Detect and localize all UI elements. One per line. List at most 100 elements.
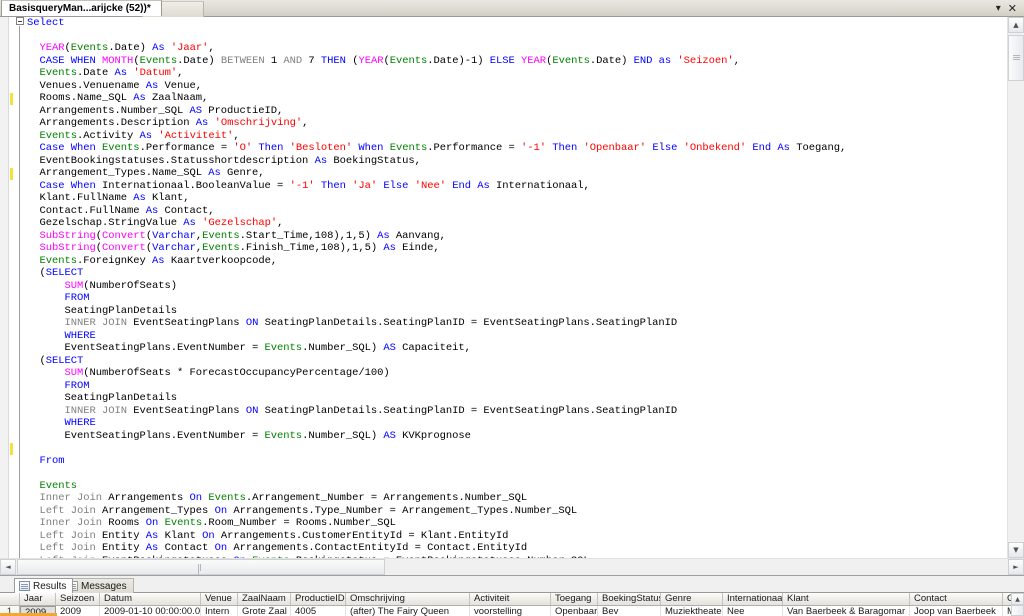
grid-column-header[interactable]: Jaar bbox=[20, 593, 56, 605]
collapse-region-toggle[interactable] bbox=[16, 17, 24, 25]
code-token: Contact, bbox=[158, 204, 215, 217]
grid-cell[interactable]: Openbaar bbox=[551, 606, 598, 616]
code-token: THEN bbox=[320, 54, 346, 67]
code-line: EventSeatingPlans.EventNumber = Events.N… bbox=[27, 342, 1002, 355]
grid-column-header[interactable]: Omschrijving bbox=[346, 593, 470, 605]
scroll-down-button[interactable]: ▼ bbox=[1008, 542, 1024, 558]
grid-column-header[interactable]: Activiteit bbox=[470, 593, 551, 605]
code-token: , bbox=[177, 67, 184, 79]
code-token: SUM bbox=[64, 367, 84, 379]
grid-cell[interactable]: Joop van Baerbeek bbox=[910, 606, 1003, 616]
code-token: 'Besloten' bbox=[289, 142, 353, 154]
document-tab-basisquery[interactable]: BasisqueryMan...arijcke (52))* bbox=[1, 0, 162, 16]
results-tab-results[interactable]: Results bbox=[14, 578, 74, 593]
grid-cell[interactable]: (after) The Fairy Queen bbox=[346, 606, 470, 616]
grid-column-header[interactable]: Klant bbox=[783, 593, 910, 605]
grid-cell[interactable]: Bev bbox=[598, 606, 661, 616]
code-token: EventSeatingPlans.EventNumber = bbox=[27, 429, 265, 442]
code-token: As bbox=[114, 67, 128, 79]
code-token: .Room_Number = Rooms.Number_SQL bbox=[202, 517, 396, 529]
grid-cell[interactable]: Nee bbox=[723, 606, 783, 616]
scroll-left-button[interactable]: ◄ bbox=[0, 559, 16, 575]
sql-query-editor: Select YEAR(Events.Date) As 'Jaar', CASE… bbox=[0, 17, 1024, 578]
grid-column-header[interactable]: Contact bbox=[910, 593, 1003, 605]
grid-column-header[interactable]: BoekingStatus bbox=[598, 593, 661, 605]
code-token: .ForeignKey bbox=[77, 254, 153, 267]
code-token: SubString bbox=[39, 242, 96, 254]
grid-cell[interactable]: 4005 bbox=[291, 606, 346, 616]
grid-column-header[interactable]: ZaalNaam bbox=[238, 593, 291, 605]
code-token: Inner Join bbox=[39, 492, 103, 504]
code-token: BoekingStatus, bbox=[327, 154, 421, 167]
grid-cell[interactable]: voorstelling bbox=[470, 606, 551, 616]
editor-hscroll-thumb[interactable] bbox=[17, 559, 385, 578]
code-token: As bbox=[145, 79, 159, 92]
code-token: Klant bbox=[158, 529, 203, 542]
grid-cell[interactable]: Van Baerbeek & Baragomar bbox=[783, 606, 910, 616]
grid-column-header[interactable]: Internationaal bbox=[723, 593, 783, 605]
code-token: ZaalNaam, bbox=[145, 92, 209, 104]
code-token: Internationaal.BooleanValue = bbox=[95, 179, 290, 192]
results-tab-label: Messages bbox=[81, 580, 127, 592]
scroll-up-button[interactable]: ▲ bbox=[1008, 17, 1024, 33]
code-token: SELECT bbox=[45, 354, 84, 367]
code-token: Events bbox=[39, 129, 78, 142]
code-token: '-1' bbox=[520, 142, 546, 154]
grid-cell[interactable]: Grote Zaal bbox=[238, 606, 291, 616]
editor-horizontal-scrollbar[interactable]: ◄ ► bbox=[0, 558, 1024, 578]
code-token: INNER JOIN bbox=[64, 317, 128, 329]
code-line: WHERE bbox=[27, 330, 1002, 343]
grid-column-header[interactable]: Venue bbox=[201, 593, 238, 605]
editor-vscroll-thumb[interactable] bbox=[1008, 35, 1024, 81]
grid-corner-header[interactable] bbox=[0, 593, 20, 605]
code-token: Arrangements.Description bbox=[27, 117, 196, 129]
code-token: On bbox=[189, 492, 203, 504]
code-token: Events bbox=[389, 142, 428, 154]
code-line: FROM bbox=[27, 292, 1002, 305]
close-icon[interactable]: ✕ bbox=[1008, 3, 1017, 14]
grid-column-header[interactable]: ProductieID bbox=[291, 593, 346, 605]
grid-cell[interactable]: Intern bbox=[201, 606, 238, 616]
code-token: Einde, bbox=[395, 242, 440, 254]
grid-column-header[interactable]: Datum bbox=[100, 593, 201, 605]
code-line: Case When Events.Performance = 'O' Then … bbox=[27, 142, 1002, 155]
results-tab-label: Results bbox=[33, 580, 67, 592]
grid-vscroll-thumb[interactable] bbox=[1011, 605, 1024, 616]
grid-column-header[interactable]: Seizoen bbox=[56, 593, 100, 605]
code-token: SeatingPlanDetails.SeatingPlanID = Event… bbox=[258, 317, 678, 329]
scroll-right-button[interactable]: ► bbox=[1008, 559, 1024, 575]
code-token: MONTH bbox=[102, 54, 134, 67]
code-token: On bbox=[202, 529, 215, 542]
grid-scroll-up-button[interactable]: ▲ bbox=[1011, 593, 1024, 605]
grid-vertical-scrollbar[interactable]: ▲ bbox=[1011, 593, 1024, 616]
grid-column-header[interactable]: Genre bbox=[661, 593, 723, 605]
code-token: Venue, bbox=[158, 79, 203, 92]
results-grid[interactable]: Jaar Seizoen Datum Venue ZaalNaam ProductieID… bbox=[0, 592, 1024, 616]
code-token: Then bbox=[258, 142, 284, 154]
code-token: Venues.Venuename bbox=[27, 79, 146, 92]
editor-vertical-scrollbar[interactable]: ▲ ▼ bbox=[1007, 17, 1024, 558]
grid-cell[interactable]: Muziektheater bbox=[661, 606, 723, 616]
sql-code-area[interactable]: Select YEAR(Events.Date) As 'Jaar', CASE… bbox=[27, 17, 1002, 558]
code-token: Events bbox=[202, 229, 240, 242]
code-token: 'Jaar' bbox=[170, 42, 209, 54]
grid-column-header[interactable]: Toegang bbox=[551, 593, 598, 605]
results-grid-body[interactable]: 1 2009 2009 2009-01-10 00:00:00.000Intern Gr… bbox=[0, 606, 1024, 616]
code-token: Varchar bbox=[152, 242, 196, 254]
code-token: .Arrangement_Number = Arrangements.Numbe… bbox=[245, 492, 528, 504]
code-token: ProductieID, bbox=[202, 104, 284, 117]
grid-cell[interactable]: 2009-01-10 00:00:00.000 bbox=[100, 606, 201, 616]
code-token: Arrangements.ContactEntityId = Contact.E… bbox=[227, 542, 528, 554]
grid-cell[interactable]: 2009 bbox=[56, 606, 100, 616]
chevron-down-icon[interactable]: ▾ bbox=[996, 3, 1001, 14]
code-token: Convert bbox=[102, 242, 146, 254]
code-line: Venues.Venuename As Venue, bbox=[27, 80, 1002, 93]
code-token: Arrangement_Types bbox=[95, 504, 215, 517]
